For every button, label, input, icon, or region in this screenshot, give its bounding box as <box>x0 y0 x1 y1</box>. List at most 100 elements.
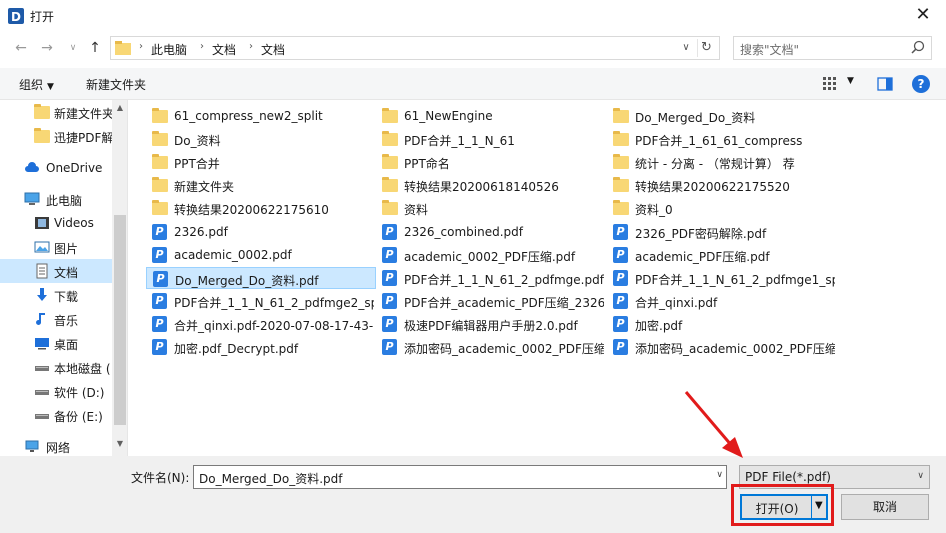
chevron-down-icon[interactable]: ∨ <box>716 470 723 480</box>
preview-pane-icon[interactable] <box>877 76 893 92</box>
help-icon[interactable]: ? <box>912 75 930 93</box>
pdf-icon: P <box>382 292 398 309</box>
pdf-file-item[interactable]: Pacademic_PDF压缩.pdf <box>607 244 837 266</box>
folder-item[interactable]: 统计 - 分离 - （常规计算） 荐 <box>607 151 837 173</box>
folder-item[interactable]: PPT合并 <box>146 151 376 173</box>
forward-arrow-icon[interactable]: → <box>36 37 58 59</box>
filename-label: 文件名(N): <box>131 471 190 485</box>
breadcrumb-documents[interactable]: 文档 <box>212 41 236 58</box>
sidebar-item-videos[interactable]: Videos <box>0 211 112 235</box>
sidebar-item-desktop[interactable]: 桌面 <box>0 331 112 355</box>
folder-item[interactable]: 转换结果20200622175610 <box>146 197 376 219</box>
pdf-file-item[interactable]: P PDF合并_1_1_N_61_2_pdfmge2_sp... <box>146 290 376 312</box>
cloud-icon <box>25 162 39 172</box>
file-name: Do_Merged_Do_资料.pdf <box>175 273 319 288</box>
pdf-file-item[interactable]: P 2326_combined.pdf <box>376 221 606 243</box>
folder-item[interactable]: 转换结果20200622175520 <box>607 174 837 196</box>
folder-item[interactable]: PDF合并_1_1_N_61 <box>376 128 606 150</box>
file-name: 新建文件夹 <box>174 180 235 195</box>
folder-icon <box>152 200 168 216</box>
folder-item[interactable]: Do_资料 <box>146 128 376 150</box>
pdf-file-item[interactable]: P PDF合并_1_1_N_61_2_pdfmge.pdf <box>376 267 606 289</box>
pdf-file-item[interactable]: P PDF合并_1_1_N_61_2_pdfmge1_sp... <box>607 267 837 289</box>
pdf-file-item[interactable]: P 添加密码_academic_0002_PDF压缩... <box>376 336 606 358</box>
new-folder-button[interactable]: 新建文件夹 <box>86 76 146 93</box>
view-dropdown-icon[interactable]: ▼ <box>847 76 854 86</box>
breadcrumb-this-pc[interactable]: 此电脑 <box>151 41 187 58</box>
sidebar-item-downloads[interactable]: 下载 <box>0 283 112 307</box>
folder-item[interactable]: 资料 <box>376 197 606 219</box>
sidebar-item-this-pc[interactable]: 此电脑 <box>0 187 112 211</box>
recent-dropdown-icon[interactable]: ∨ <box>62 37 84 59</box>
pdf-file-item[interactable]: P 合并_qinxi.pdf <box>607 290 837 312</box>
sidebar-item-local-disk[interactable]: 本地磁盘 ( <box>0 355 112 379</box>
file-name: PPT合并 <box>174 157 220 172</box>
pdf-file-item[interactable]: P Do_Merged_Do_资料.pdf <box>146 266 376 289</box>
scroll-up-icon[interactable]: ▲ <box>112 100 127 116</box>
sidebar-item-network[interactable]: 网络 <box>0 434 112 456</box>
file-name: 资料_0 <box>635 203 673 218</box>
folder-item[interactable]: PPT命名 <box>376 151 606 173</box>
folder-icon <box>115 41 131 55</box>
pdf-file-item[interactable]: P 2326.pdf <box>146 221 376 243</box>
open-dropdown-icon[interactable]: ▼ <box>815 500 823 511</box>
address-bar[interactable]: › 此电脑 › 文档 › 文档 ∨ ↻ <box>110 36 720 60</box>
sidebar-item-new-folder[interactable]: 新建文件夹 <box>0 100 115 124</box>
pdf-icon: P <box>613 339 629 355</box>
sidebar-item-xunjie[interactable]: 迅捷PDF解 <box>0 124 113 148</box>
file-name: 61_compress_new2_split <box>174 109 323 123</box>
sidebar-item-label: 网络 <box>46 441 71 455</box>
pdf-file-item[interactable]: P PDF合并_academic_PDF压缩_2326... <box>376 290 606 312</box>
folder-item[interactable]: 61_compress_new2_split <box>146 105 376 127</box>
folder-icon <box>152 131 168 147</box>
back-arrow-icon[interactable]: ← <box>10 37 32 59</box>
pdf-file-item[interactable]: P 极速PDF编辑器用户手册2.0.pdf <box>376 313 606 335</box>
folder-item[interactable]: 新建文件夹 <box>146 174 376 196</box>
sidebar-item-label: 图片 <box>54 242 79 256</box>
pdf-file-item[interactable]: Pacademic_0002.pdf <box>146 244 376 266</box>
refresh-icon[interactable]: ↻ <box>697 39 715 57</box>
sidebar-scrollbar[interactable]: ▲ ▼ <box>112 100 127 456</box>
pdf-file-item[interactable]: P 添加密码_academic_0002_PDF压缩... <box>607 336 837 358</box>
sidebar-item-documents[interactable]: 文档 <box>0 259 112 283</box>
sidebar-item-music[interactable]: 音乐 <box>0 307 112 331</box>
sidebar-item-drive-d[interactable]: 软件 (D:) <box>0 379 112 403</box>
folder-item[interactable]: 61_NewEngine <box>376 105 606 127</box>
view-grid-icon[interactable] <box>822 76 838 92</box>
pdf-file-item[interactable]: P 加密.pdf_Decrypt.pdf <box>146 336 376 358</box>
cancel-button[interactable]: 取消 <box>841 494 929 520</box>
pdf-icon: P <box>382 269 398 286</box>
file-name: 合并_qinxi.pdf <box>635 295 718 310</box>
open-button[interactable]: 打开(O) ▼ <box>740 494 828 520</box>
pdf-file-item[interactable]: P 合并_qinxi.pdf-2020-07-08-17-43-... <box>146 313 376 335</box>
search-input[interactable]: 搜索"文档" <box>733 36 932 60</box>
search-placeholder: 搜索"文档" <box>740 43 800 57</box>
pdf-icon: P <box>382 315 398 332</box>
sidebar-item-label: 新建文件夹 <box>54 107 115 121</box>
sidebar-item-pictures[interactable]: 图片 <box>0 235 112 259</box>
folder-item[interactable]: Do_Merged_Do_资料 <box>607 105 837 127</box>
sidebar-item-onedrive[interactable]: OneDrive <box>0 156 112 180</box>
filename-input[interactable]: Do_Merged_Do_资料.pdf ∨ <box>193 465 727 489</box>
chevron-right-icon: › <box>249 41 253 52</box>
sidebar-item-drive-e[interactable]: 备份 (E:) <box>0 403 112 427</box>
pdf-icon: P <box>152 315 168 332</box>
close-button[interactable]: ✕ <box>900 0 946 32</box>
folder-item[interactable]: 转换结果20200618140526 <box>376 174 606 196</box>
breadcrumb-documents-current[interactable]: 文档 <box>261 41 285 58</box>
pdf-file-item[interactable]: P 加密.pdf <box>607 313 837 335</box>
search-icon <box>911 40 925 54</box>
drive-icon <box>35 366 49 371</box>
up-arrow-icon[interactable]: ↑ <box>84 37 106 59</box>
sidebar-item-label: Videos <box>54 216 94 230</box>
folder-item[interactable]: PDF合并_1_61_61_compress <box>607 128 837 150</box>
organize-button[interactable]: 组织 ▼ <box>19 76 54 93</box>
address-dropdown-icon[interactable]: ∨ <box>677 39 695 57</box>
folder-item[interactable]: 资料_0 <box>607 197 837 219</box>
pdf-file-item[interactable]: Pacademic_0002_PDF压缩.pdf <box>376 244 606 266</box>
sidebar-item-label: OneDrive <box>46 161 103 175</box>
scroll-down-icon[interactable]: ▼ <box>112 436 127 452</box>
pdf-file-item[interactable]: P 2326_PDF密码解除.pdf <box>607 221 837 243</box>
video-icon <box>35 217 49 229</box>
scroll-thumb[interactable] <box>114 215 126 425</box>
